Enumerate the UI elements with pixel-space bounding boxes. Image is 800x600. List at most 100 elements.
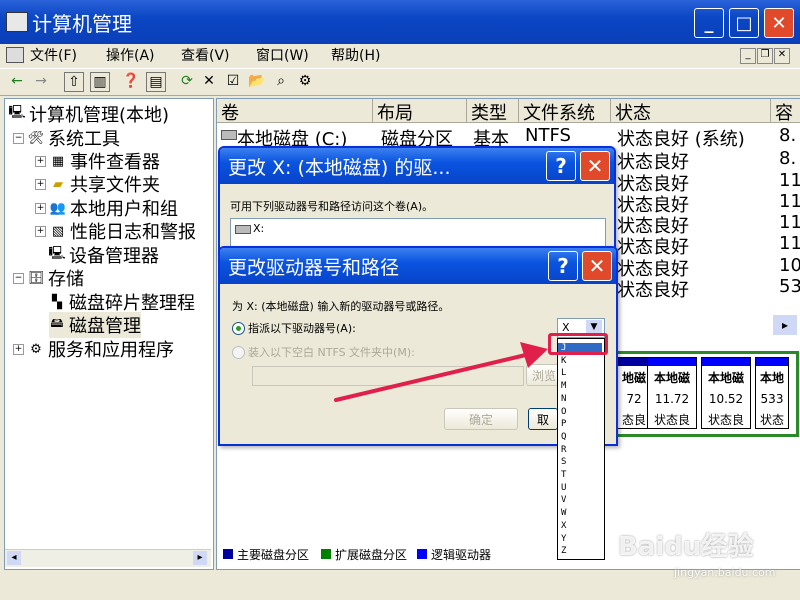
disk-partition[interactable]: 本地磁 10.52 状态良 bbox=[701, 357, 751, 429]
column-header-type[interactable]: 类型 bbox=[467, 99, 519, 123]
drive-letter-option[interactable]: K bbox=[561, 356, 566, 367]
child-restore-button[interactable]: ❐ bbox=[757, 48, 773, 64]
help-question-button[interactable]: ? bbox=[546, 151, 576, 181]
minimize-button[interactable]: _ bbox=[694, 8, 724, 38]
delete-icon[interactable]: ✕ bbox=[200, 72, 218, 90]
open-folder-icon[interactable]: 📂 bbox=[248, 72, 266, 90]
cell-status: 状态良好 bbox=[617, 280, 689, 301]
event-viewer-icon: ▦ bbox=[51, 153, 65, 169]
refresh-icon[interactable]: ⟳ bbox=[178, 72, 196, 90]
window-title: 计算机管理 bbox=[32, 12, 132, 36]
column-header-capacity[interactable]: 容 bbox=[771, 99, 800, 123]
menu-file[interactable]: 文件(F) bbox=[30, 45, 77, 65]
console-tree: 🖳 计算机管理(本地) − 🛠 系统工具 + ▦ 事件查看器 + ▰ 共享文件夹 + 👥 本地用户… bbox=[4, 98, 214, 570]
scroll-right-icon[interactable]: ▸ bbox=[193, 551, 207, 565]
menu-view[interactable]: 查看(V) bbox=[181, 45, 230, 65]
expand-icon[interactable]: + bbox=[35, 155, 46, 167]
drive-letter-option[interactable]: L bbox=[561, 368, 566, 379]
drive-letter-option[interactable]: V bbox=[561, 495, 566, 506]
tree-item-computer-management[interactable]: 🖳 计算机管理(本地) bbox=[8, 101, 169, 127]
scroll-right-icon[interactable]: ▸ bbox=[773, 315, 797, 335]
maximize-button[interactable]: □ bbox=[729, 8, 759, 38]
back-arrow-icon[interactable]: ← bbox=[8, 72, 26, 90]
drive-letter-option[interactable]: Y bbox=[561, 534, 566, 545]
menu-help[interactable]: 帮助(H) bbox=[331, 45, 380, 65]
tree-item-storage[interactable]: − 🗄 存储 bbox=[13, 265, 84, 291]
cell-capacity: 11 bbox=[779, 191, 800, 212]
drive-letter-option[interactable]: Z bbox=[561, 546, 566, 557]
tree-item-disk-management[interactable]: 🖴 磁盘管理 bbox=[49, 312, 141, 338]
drive-letter-option[interactable]: R bbox=[561, 445, 566, 456]
close-button[interactable]: ✕ bbox=[764, 8, 794, 38]
forward-arrow-icon[interactable]: → bbox=[32, 72, 50, 90]
dialog-close-button[interactable]: ✕ bbox=[582, 251, 612, 281]
dialog-close-button[interactable]: ✕ bbox=[580, 151, 610, 181]
toolbar bbox=[0, 68, 800, 96]
disk-partition[interactable]: 本地 533 状态 bbox=[755, 357, 789, 429]
help-icon[interactable]: ▤ bbox=[146, 72, 166, 92]
mount-folder-radio[interactable] bbox=[232, 346, 245, 359]
menu-action[interactable]: 操作(A) bbox=[106, 45, 155, 65]
menu-window[interactable]: 窗口(W) bbox=[256, 45, 309, 65]
column-header-status[interactable]: 状态 bbox=[611, 99, 771, 123]
drive-letter-dropdown: JKLMNOPQRSTUVWXYZ bbox=[557, 338, 605, 560]
search-icon[interactable]: ⌕ bbox=[272, 72, 290, 90]
drive-letter-option[interactable]: X bbox=[561, 521, 566, 532]
table-row[interactable]: 本地磁盘 (C:) 磁盘分区 基本 NTFS 状态良好 (系统) 8. bbox=[219, 125, 799, 150]
cancel-button[interactable]: 取 bbox=[528, 408, 558, 430]
users-icon: 👥 bbox=[49, 200, 67, 216]
drive-letter-option[interactable]: T bbox=[561, 470, 566, 481]
assign-letter-radio[interactable] bbox=[232, 322, 245, 335]
disk-partition[interactable]: 本地磁 11.72 状态良 bbox=[647, 357, 697, 429]
child-close-button[interactable]: ✕ bbox=[774, 48, 790, 64]
drive-letter-option[interactable]: U bbox=[561, 483, 566, 494]
ok-button[interactable]: 确定 bbox=[444, 408, 518, 430]
tree-item-shared-folders[interactable]: + ▰ 共享文件夹 bbox=[35, 171, 160, 197]
dialog-instruction: 为 X: (本地磁盘) 输入新的驱动器号或路径。 bbox=[232, 300, 450, 313]
expand-icon[interactable]: + bbox=[35, 225, 46, 237]
drive-letter-option[interactable]: W bbox=[561, 508, 566, 519]
expand-icon[interactable]: + bbox=[35, 202, 46, 214]
up-folder-icon[interactable]: ⇧ bbox=[64, 72, 84, 92]
child-minimize-button[interactable]: _ bbox=[740, 48, 756, 64]
performance-icon: ▧ bbox=[51, 223, 65, 239]
show-hide-tree-icon[interactable]: ▥ bbox=[90, 72, 110, 92]
legend-swatch-primary bbox=[223, 549, 233, 559]
cell-capacity: 11 bbox=[779, 233, 800, 254]
tree-label: 共享文件夹 bbox=[70, 175, 160, 196]
cell-capacity: 8. bbox=[779, 125, 797, 146]
computer-management-icon bbox=[6, 12, 28, 32]
column-header-filesystem[interactable]: 文件系统 bbox=[519, 99, 611, 123]
dialog-instruction: 可用下列驱动器号和路径访问这个卷(A)。 bbox=[230, 200, 434, 213]
properties-icon[interactable]: ❓ bbox=[122, 72, 140, 90]
cell-capacity: 53 bbox=[779, 276, 800, 297]
properties-sheet-icon[interactable]: ☑ bbox=[224, 72, 242, 90]
drive-letter-option[interactable]: M bbox=[561, 381, 566, 392]
expand-icon[interactable]: + bbox=[35, 178, 46, 190]
drive-letter-option[interactable]: Q bbox=[561, 432, 566, 443]
drive-letter-option[interactable]: S bbox=[561, 457, 566, 468]
settings-icon[interactable]: ⚙ bbox=[296, 72, 314, 90]
help-question-button[interactable]: ? bbox=[548, 251, 578, 281]
drive-letter-option[interactable]: O bbox=[561, 407, 566, 418]
cell-capacity: 8. bbox=[779, 148, 797, 169]
tree-label: 存储 bbox=[48, 269, 84, 290]
collapse-icon[interactable]: − bbox=[13, 132, 24, 144]
legend-extended: 扩展磁盘分区 bbox=[335, 548, 408, 562]
drive-letter-option[interactable]: P bbox=[561, 419, 566, 430]
tree-horizontal-scrollbar[interactable]: ◂ ▸ bbox=[5, 549, 211, 567]
scroll-left-icon[interactable]: ◂ bbox=[7, 551, 21, 565]
assign-letter-label: 指派以下驱动器号(A): bbox=[248, 322, 356, 335]
tree-item-performance-logs[interactable]: + ▧ 性能日志和警报 bbox=[35, 218, 196, 244]
collapse-icon[interactable]: − bbox=[13, 272, 24, 284]
column-header-layout[interactable]: 布局 bbox=[373, 99, 467, 123]
drive-letter-option[interactable]: N bbox=[561, 394, 566, 405]
change-drive-letter-dialog-back: 更改 X: (本地磁盘) 的驱... ? ✕ 可用下列驱动器号和路径访问这个卷(… bbox=[218, 146, 616, 260]
drive-icon bbox=[235, 225, 251, 234]
column-header-volume[interactable]: 卷 bbox=[217, 99, 373, 123]
expand-icon[interactable]: + bbox=[13, 343, 24, 355]
drive-path-item[interactable]: X: bbox=[253, 222, 264, 235]
tree-item-services-applications[interactable]: + ⚙ 服务和应用程序 bbox=[13, 336, 174, 362]
dialog-title: 更改 X: (本地磁盘) 的驱... bbox=[228, 157, 451, 179]
watermark-logo: Baidu经验 bbox=[618, 532, 754, 562]
